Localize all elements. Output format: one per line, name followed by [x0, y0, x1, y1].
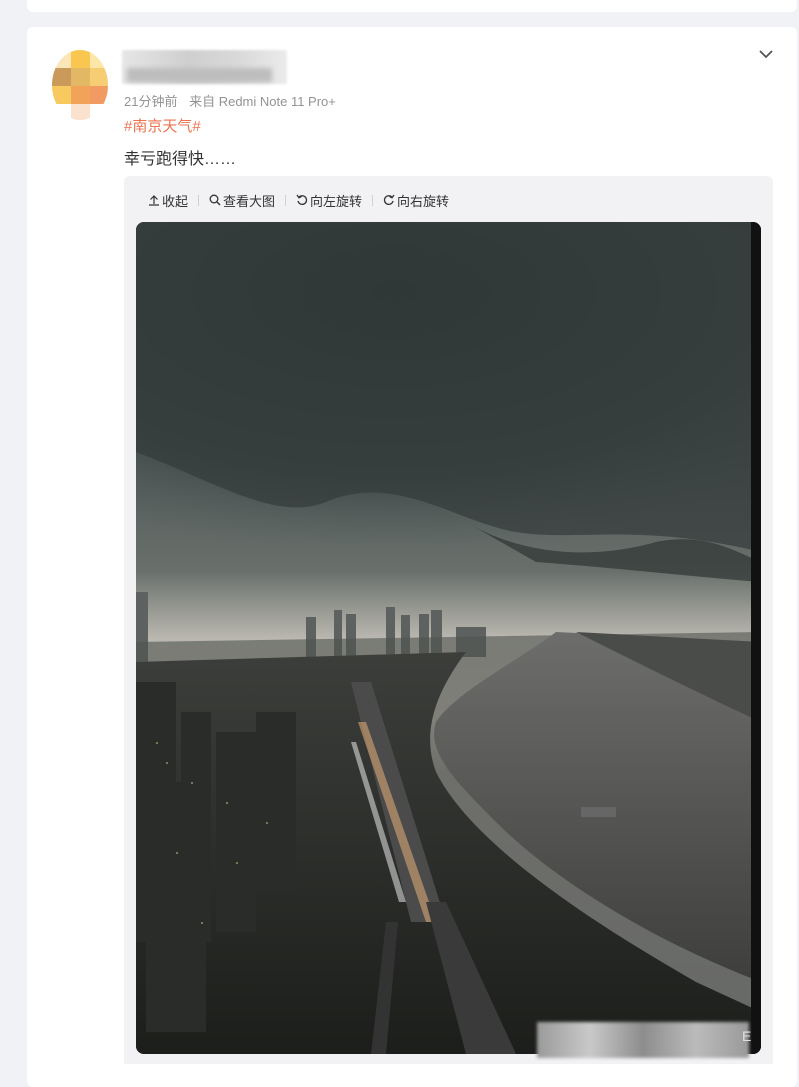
view-large-label: 查看大图 [223, 193, 276, 209]
search-icon [209, 194, 221, 206]
watermark-redacted [537, 1022, 749, 1058]
previous-post-card [27, 0, 797, 12]
image-toolbar: 收起 查看大图 向左旋转 向右旋转 [148, 190, 449, 210]
post-photo[interactable] [136, 222, 761, 1054]
avatar[interactable] [52, 50, 108, 120]
view-large-button[interactable]: 查看大图 [209, 191, 275, 210]
post-time[interactable]: 21分钟前 [124, 94, 177, 109]
watermark-char: E [742, 1028, 752, 1044]
collapse-button[interactable]: 收起 [148, 191, 188, 210]
collapse-label: 收起 [162, 193, 189, 209]
divider [198, 194, 200, 206]
chevron-down-icon[interactable] [756, 45, 776, 65]
collapse-icon [149, 195, 159, 206]
divider [285, 194, 287, 206]
rotate-left-label: 向左旋转 [310, 193, 363, 209]
username-redacted[interactable] [122, 50, 287, 84]
rotate-right-button[interactable]: 向右旋转 [383, 191, 449, 210]
rotate-left-button[interactable]: 向左旋转 [296, 191, 362, 210]
post-source: 来自 Redmi Note 11 Pro+ [189, 94, 336, 109]
rotate-right-label: 向右旋转 [397, 193, 450, 209]
rotate-left-icon [296, 194, 308, 205]
post-meta: 21分钟前 来自 Redmi Note 11 Pro+ [124, 91, 336, 110]
divider [372, 194, 374, 206]
rotate-right-icon [383, 194, 395, 205]
hashtag-link[interactable]: #南京天气# [124, 115, 201, 136]
post-text: 幸亏跑得快…… [124, 151, 237, 168]
